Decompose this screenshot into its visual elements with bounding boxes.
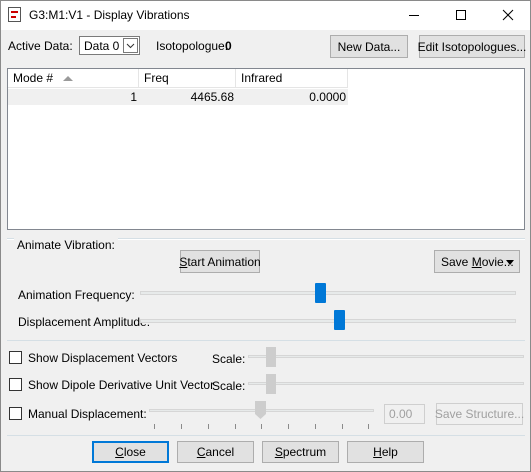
section-divider	[7, 340, 525, 341]
manual-displacement-value[interactable]: 0.00	[384, 404, 425, 424]
animation-frequency-label: Animation Frequency:	[18, 288, 135, 302]
app-icon	[8, 7, 21, 22]
footer-divider	[7, 435, 525, 436]
animate-group-label: Animate Vibration:	[14, 238, 118, 252]
displacement-amplitude-slider[interactable]	[140, 319, 516, 323]
isotopologue-value: 0	[225, 39, 232, 53]
minimize-button[interactable]	[391, 0, 436, 30]
save-movie-button[interactable]: Save Movie...	[434, 250, 520, 273]
edit-isotopologues-button[interactable]: Edit Isotopologues...	[418, 35, 526, 58]
maximize-button[interactable]	[438, 0, 483, 30]
cell-freq: 4465.68	[190, 90, 234, 104]
tick-mark	[235, 424, 236, 429]
isotopologue-label: Isotopologue:	[156, 39, 229, 53]
active-data-value: Data 0	[84, 39, 120, 53]
active-data-label: Active Data:	[8, 39, 73, 53]
displacement-amplitude-thumb[interactable]	[333, 310, 345, 330]
manual-displacement-thumb[interactable]	[255, 401, 267, 420]
dipole-scale-thumb[interactable]	[266, 374, 276, 394]
start-animation-button[interactable]: Start Animation	[179, 250, 261, 273]
dipole-scale-label: Scale:	[212, 379, 246, 393]
animation-frequency-slider[interactable]	[140, 291, 516, 295]
manual-displacement-ticks	[149, 424, 374, 429]
tick-mark	[315, 424, 316, 429]
tick-mark	[368, 424, 369, 429]
tick-mark	[288, 424, 289, 429]
vectors-scale-thumb[interactable]	[266, 347, 276, 367]
show-displacement-vectors-label[interactable]: Show Displacement Vectors	[28, 351, 177, 365]
manual-displacement-checkbox[interactable]	[9, 407, 22, 420]
cancel-button[interactable]: Cancel	[177, 441, 254, 463]
dropdown-arrow-icon	[506, 260, 514, 265]
help-mnemonic: H	[373, 445, 382, 459]
help-label: elp	[381, 445, 398, 459]
column-header-infrared[interactable]: Infrared	[236, 69, 348, 88]
close-mnemonic: C	[115, 445, 124, 459]
close-icon	[502, 9, 513, 21]
vectors-scale-slider[interactable]	[248, 355, 524, 358]
cell-infrared: 0.0000	[309, 90, 346, 104]
spectrum-button[interactable]: Spectrum	[262, 441, 339, 463]
tick-mark	[342, 424, 343, 429]
start-animation-label: tart Animation	[187, 254, 261, 269]
new-data-button[interactable]: New Data...	[330, 35, 408, 58]
close-label: lose	[123, 445, 146, 459]
show-displacement-vectors-checkbox[interactable]	[9, 351, 22, 364]
window-title: G3:M1:V1 - Display Vibrations	[29, 8, 190, 22]
cell-mode: 1	[130, 90, 137, 104]
cancel-mnemonic: C	[196, 445, 206, 459]
vibrations-table[interactable]: Mode # Freq Infrared 1 4465.68 0.0000	[7, 68, 525, 230]
save-movie-mnemonic: M	[471, 254, 482, 269]
spectrum-mnemonic: S	[274, 445, 283, 459]
sort-ascending-icon	[63, 76, 73, 81]
vectors-scale-label: Scale:	[212, 352, 246, 366]
close-button[interactable]: Close	[92, 441, 169, 463]
tick-mark	[261, 424, 262, 429]
manual-displacement-label[interactable]: Manual Displacement:	[28, 407, 147, 421]
column-header-mode[interactable]: Mode #	[8, 69, 139, 88]
save-structure-button[interactable]: Save Structure...	[435, 403, 524, 425]
start-animation-mnemonic: S	[179, 254, 188, 269]
dipole-scale-slider[interactable]	[248, 382, 524, 385]
help-button[interactable]: Help	[347, 441, 424, 463]
column-header-freq[interactable]: Freq	[139, 69, 236, 88]
cancel-label: ancel	[205, 445, 235, 459]
tick-mark	[154, 424, 155, 429]
column-header-mode-label: Mode #	[13, 71, 54, 85]
tick-mark	[181, 424, 182, 429]
close-window-button[interactable]	[485, 0, 530, 30]
minimize-icon	[408, 15, 419, 16]
tick-mark	[208, 424, 209, 429]
show-dipole-vector-label[interactable]: Show Dipole Derivative Unit Vector	[28, 378, 214, 392]
spectrum-label: pectrum	[282, 445, 327, 459]
animation-frequency-thumb[interactable]	[314, 283, 326, 303]
chevron-down-icon	[126, 43, 135, 49]
save-movie-label-prefix: Save	[441, 254, 472, 269]
maximize-icon	[455, 10, 466, 20]
dropdown-button[interactable]	[123, 38, 138, 53]
active-data-select[interactable]: Data 0	[79, 36, 140, 55]
table-row[interactable]: 1 4465.68 0.0000	[8, 89, 348, 105]
show-dipole-vector-checkbox[interactable]	[9, 378, 22, 391]
displacement-amplitude-label: Displacement Amplitude:	[18, 315, 151, 329]
